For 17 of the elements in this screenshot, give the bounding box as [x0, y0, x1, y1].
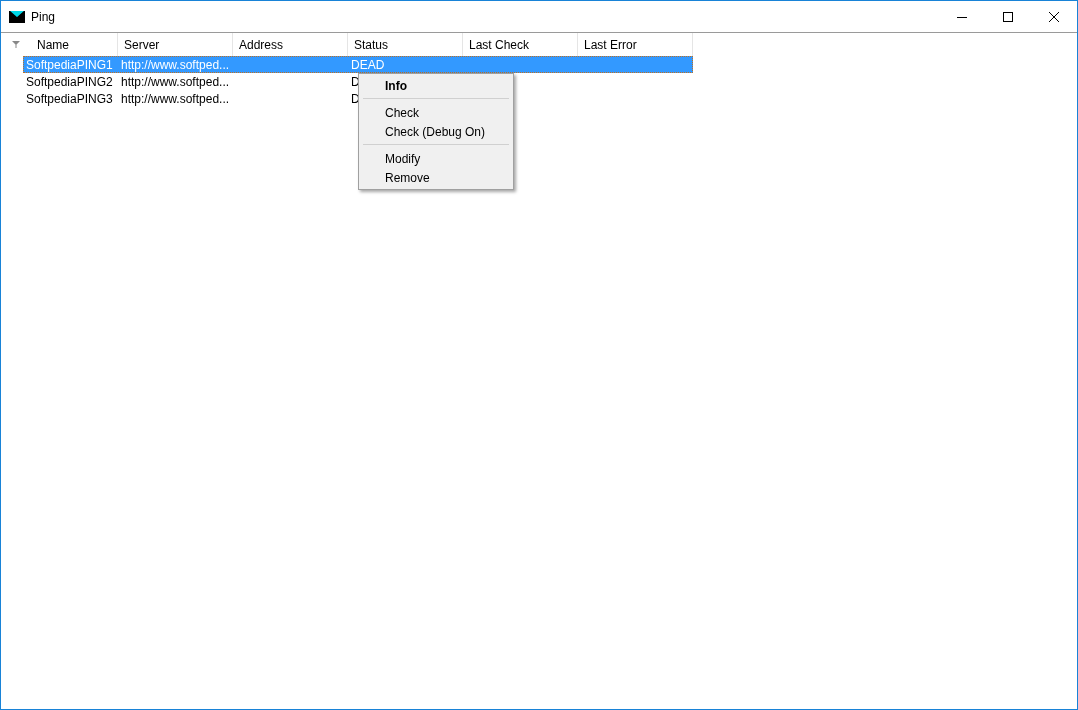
- menu-item[interactable]: Info: [361, 76, 511, 95]
- envelope-icon: [9, 10, 25, 23]
- menu-item[interactable]: Check (Debug On): [361, 122, 511, 141]
- table-cell: http://www.softped...: [121, 57, 230, 72]
- filter-icon[interactable]: [12, 41, 20, 48]
- table-cell: http://www.softped...: [121, 91, 230, 106]
- maximize-icon: [1003, 11, 1013, 22]
- table-cell: SoftpediaPING2: [26, 74, 113, 89]
- close-icon: [1049, 11, 1059, 22]
- table-cell: http://www.softped...: [121, 74, 230, 89]
- table-cell: SoftpediaPING1: [26, 57, 113, 72]
- menu-item[interactable]: Modify: [361, 149, 511, 168]
- menu-item[interactable]: Remove: [361, 168, 511, 187]
- table-cell: SoftpediaPING3: [26, 91, 113, 106]
- table-cell: DEAD: [351, 57, 385, 72]
- menu-item[interactable]: Check: [361, 103, 511, 122]
- window-title: Ping: [31, 9, 56, 24]
